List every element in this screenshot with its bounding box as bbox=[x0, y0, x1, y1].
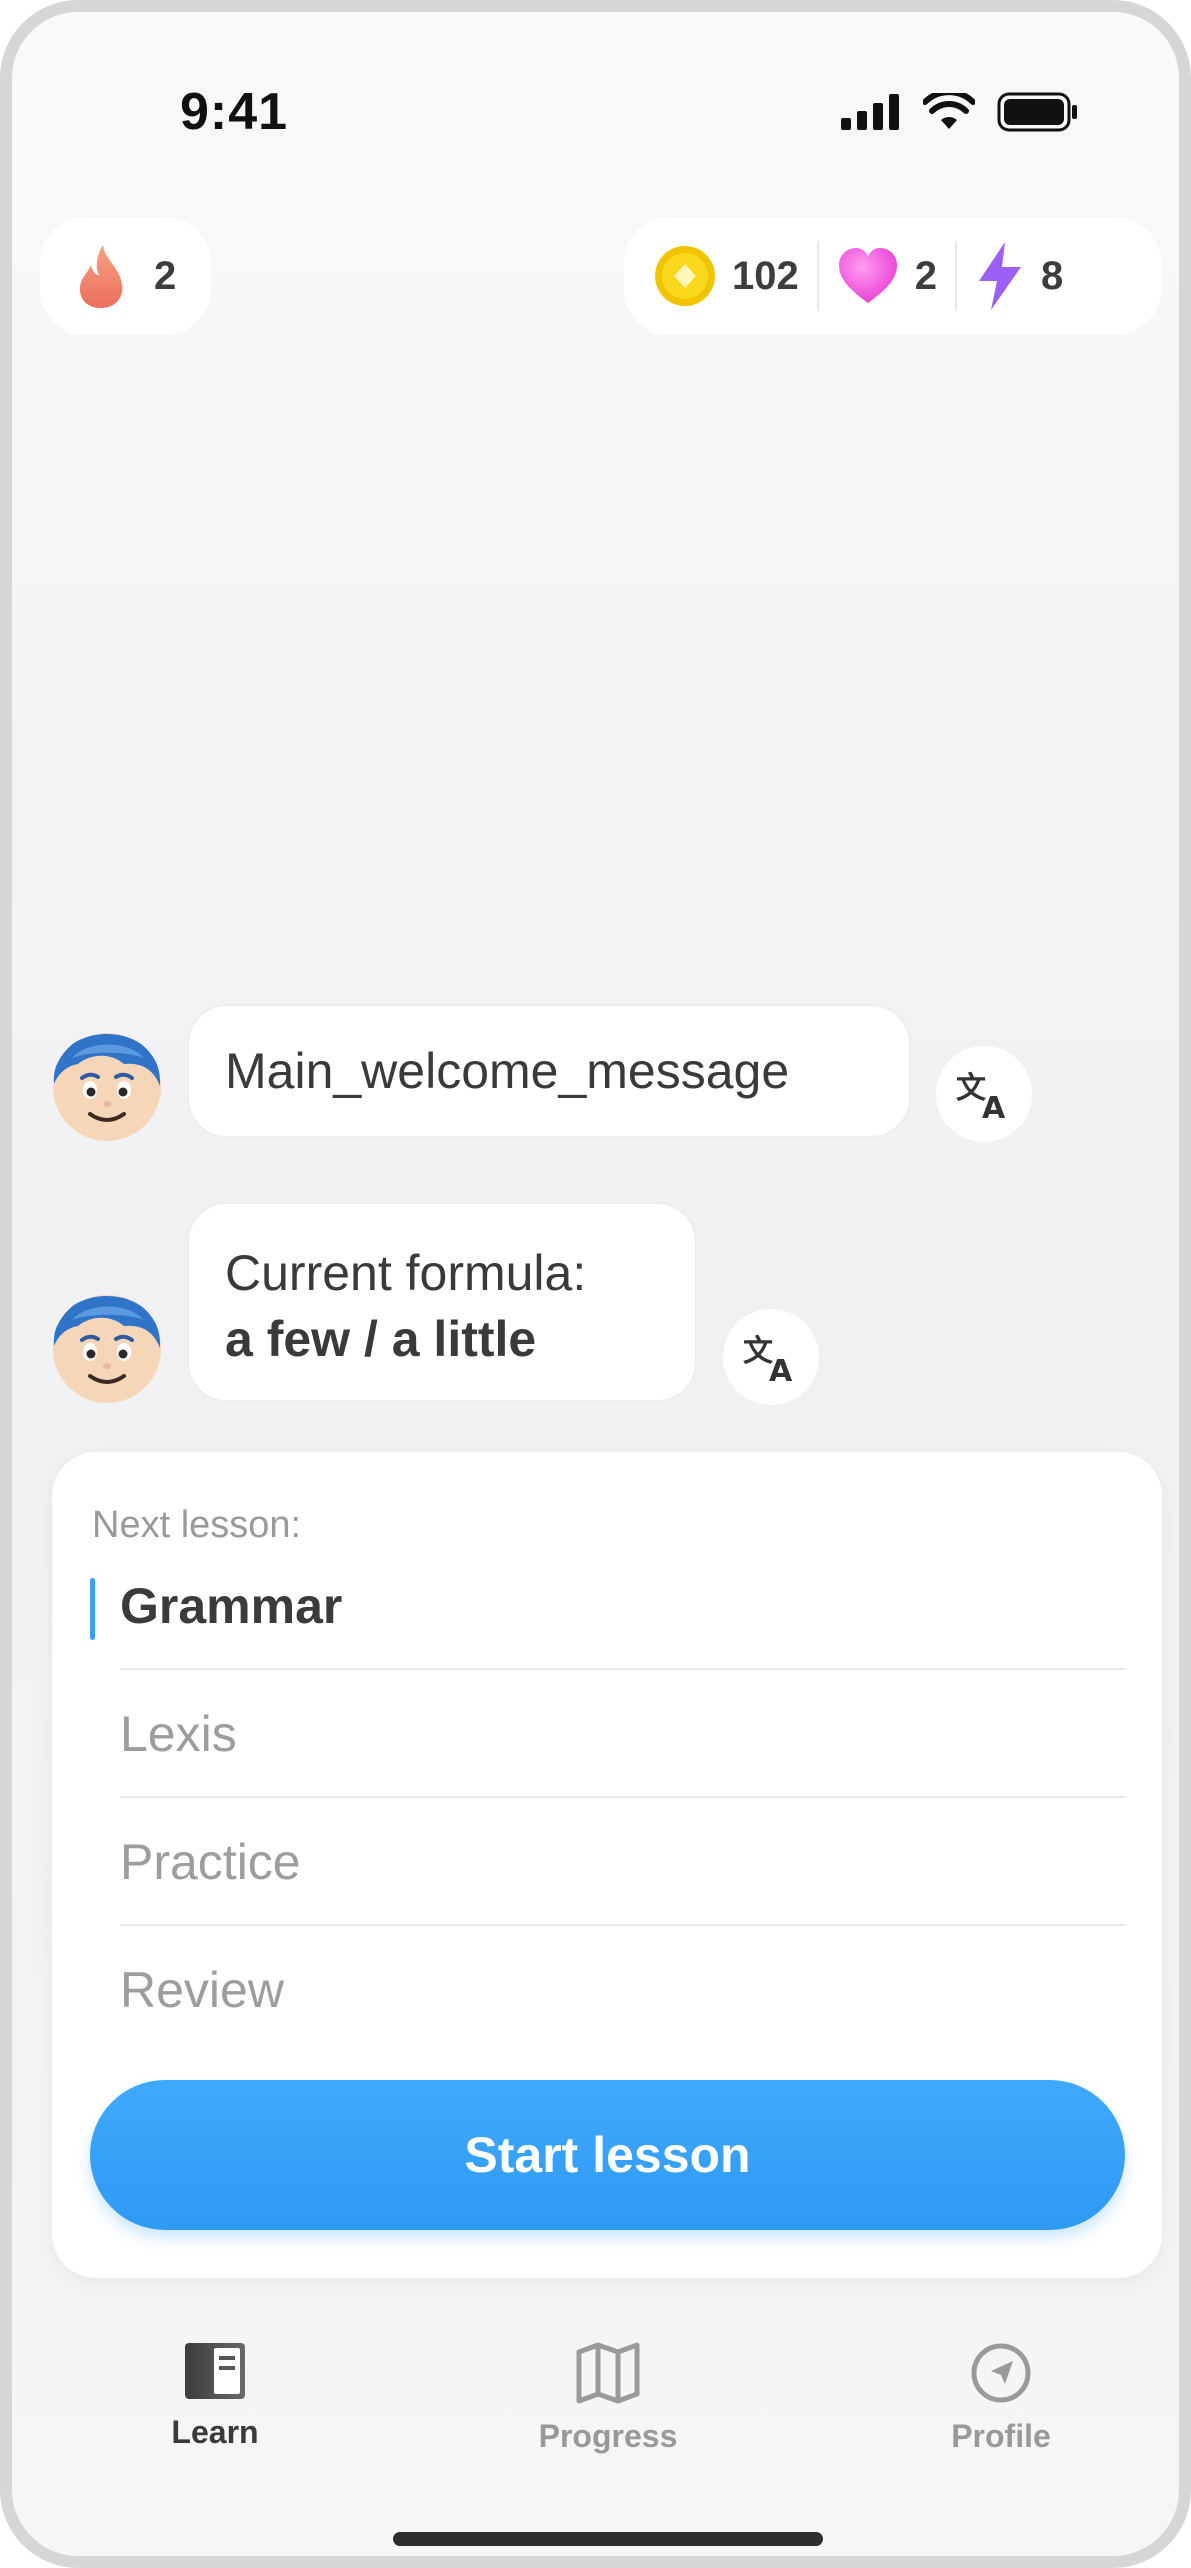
translate-button[interactable]: 文 A bbox=[936, 1046, 1032, 1142]
streak-count: 2 bbox=[154, 253, 177, 298]
compass-icon bbox=[971, 2343, 1031, 2403]
chat-message-text: Main_welcome_message bbox=[225, 1043, 790, 1099]
lesson-item-grammar[interactable]: Grammar bbox=[120, 1542, 1125, 1670]
flame-icon bbox=[79, 245, 123, 308]
hearts-stat[interactable]: 2 bbox=[837, 247, 937, 305]
translate-icon: 文 A bbox=[743, 1334, 793, 1383]
tab-label: Progress bbox=[538, 2418, 678, 2454]
book-icon bbox=[185, 2343, 245, 2399]
translate-button[interactable]: 文 A bbox=[723, 1309, 819, 1405]
coins-count: 102 bbox=[732, 253, 799, 298]
avatar bbox=[53, 1033, 161, 1141]
lesson-item-label: Review bbox=[120, 1962, 284, 2018]
tab-label: Learn bbox=[171, 2414, 259, 2450]
status-icons bbox=[841, 92, 1079, 132]
home-indicator[interactable] bbox=[393, 2532, 823, 2546]
lesson-item-label: Practice bbox=[120, 1834, 301, 1890]
resources-pill: 102 2 8 bbox=[624, 217, 1161, 335]
phone-frame: 9:41 2 102 2 8 Main_welcome_message 文 A … bbox=[0, 0, 1191, 2568]
chat-bubble-formula: Current formula: a few / a little bbox=[187, 1202, 697, 1402]
next-lesson-label: Next lesson: bbox=[92, 1504, 302, 1546]
lesson-item-review[interactable]: Review bbox=[120, 1926, 1125, 2054]
battery-icon bbox=[997, 92, 1077, 132]
tab-profile[interactable]: Profile bbox=[901, 2342, 1101, 2455]
lesson-item-label: Lexis bbox=[120, 1706, 237, 1762]
active-item-indicator bbox=[90, 1578, 95, 1640]
avatar bbox=[53, 1295, 161, 1403]
lesson-item-lexis[interactable]: Lexis bbox=[120, 1670, 1125, 1798]
formula-label: Current formula: bbox=[225, 1245, 587, 1301]
stat-divider bbox=[955, 241, 957, 311]
map-icon bbox=[576, 2342, 640, 2404]
stat-divider bbox=[816, 241, 819, 311]
formula-value: a few / a little bbox=[225, 1311, 537, 1367]
tab-learn[interactable]: Learn bbox=[115, 2342, 315, 2451]
lesson-item-practice[interactable]: Practice bbox=[120, 1798, 1125, 1926]
svg-text:A: A bbox=[769, 1354, 793, 1383]
status-time: 9:41 bbox=[180, 83, 289, 141]
lightning-icon bbox=[979, 242, 1021, 310]
cellular-signal-icon bbox=[841, 94, 899, 130]
coin-icon bbox=[655, 246, 715, 306]
svg-text:A: A bbox=[982, 1091, 1006, 1120]
start-lesson-button[interactable]: Start lesson bbox=[90, 2080, 1125, 2230]
streak-pill[interactable]: 2 bbox=[40, 217, 211, 335]
energy-stat[interactable]: 8 bbox=[975, 241, 1063, 311]
wifi-icon bbox=[923, 93, 975, 129]
tab-progress[interactable]: Progress bbox=[508, 2342, 708, 2455]
chat-bubble-welcome: Main_welcome_message bbox=[187, 1004, 911, 1138]
hearts-count: 2 bbox=[914, 253, 937, 298]
lesson-item-label: Grammar bbox=[120, 1578, 343, 1634]
heart-icon bbox=[838, 248, 897, 303]
next-lesson-card: Next lesson: Grammar Lexis Practice Revi… bbox=[52, 1452, 1162, 2278]
energy-count: 8 bbox=[1041, 253, 1064, 298]
coins-stat[interactable]: 102 bbox=[654, 245, 799, 307]
tab-label: Profile bbox=[951, 2418, 1051, 2454]
translate-icon: 文 A bbox=[956, 1071, 1006, 1120]
